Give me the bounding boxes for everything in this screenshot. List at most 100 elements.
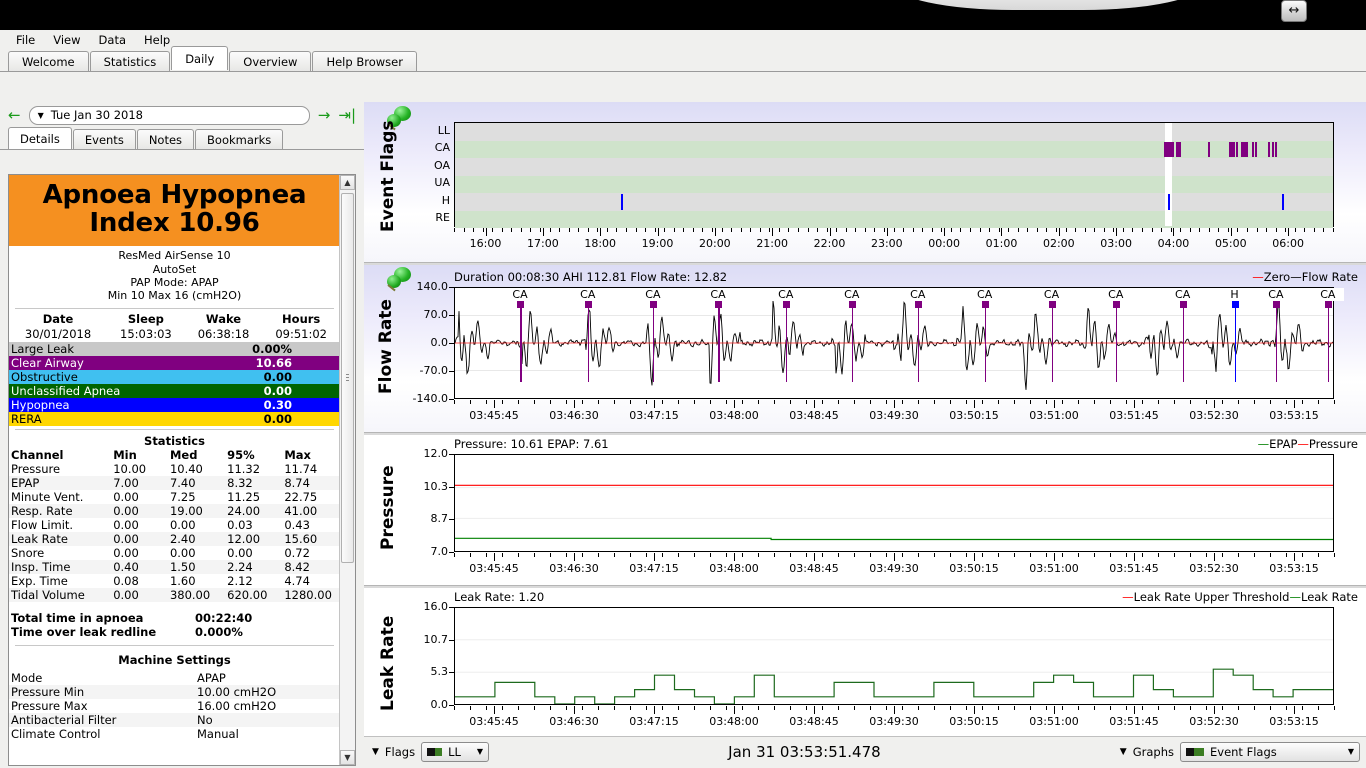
axis-tick-minor (922, 228, 924, 232)
tab-statistics[interactable]: Statistics (89, 51, 171, 72)
chevron-down-icon[interactable]: ▼ (38, 111, 44, 120)
event-row: Hypopnea 0.30 (9, 397, 340, 412)
event-flags-y-label: CA (434, 141, 450, 155)
legend-dash-flow: — (1290, 270, 1302, 284)
stats-cell: 380.00 (167, 587, 226, 602)
flow-rate-graph[interactable]: Flow Rate Duration 00:08:30 AHI 112.81 F… (364, 265, 1366, 432)
event-value: 10.66 (255, 355, 292, 370)
legend-label-epap: EPAP (1269, 437, 1298, 451)
event-flags-plot[interactable] (454, 122, 1334, 228)
axis-tick-minor (864, 228, 866, 232)
leak-rate-x-label: 03:49:30 (869, 715, 919, 728)
menu-item-file[interactable]: File (10, 31, 47, 49)
axis-tick-minor (630, 400, 631, 404)
axis-tick-major (1054, 706, 1055, 714)
tab-welcome[interactable]: Welcome (8, 51, 89, 72)
stats-cell: EPAP (9, 475, 112, 490)
event-flags-x-label: 00:00 (928, 237, 960, 250)
axis-tick-major (1001, 228, 1003, 236)
tab-help-browser[interactable]: Help Browser (312, 51, 417, 72)
leak-rate-graph[interactable]: Leak Rate Leak Rate: 1.20 —Leak Rate Upp… (364, 588, 1366, 738)
flow-rate-legend: —Zero—Flow Rate (1252, 270, 1358, 284)
resize-horizontal-icon[interactable]: ↔ (1281, 0, 1307, 22)
axis-tick-minor (918, 706, 919, 710)
chevron-down-icon[interactable]: ▼ (372, 747, 379, 757)
axis-tick-minor (726, 706, 727, 710)
event-flag-band-oa (455, 158, 1333, 176)
axis-tick-minor (1151, 228, 1153, 232)
arrow-right-icon[interactable]: → (318, 107, 331, 123)
axis-tick-minor (989, 228, 991, 232)
leak-rate-x-label: 03:45:45 (469, 715, 519, 728)
menu-item-data[interactable]: Data (93, 31, 138, 49)
arrow-left-icon[interactable]: ← (8, 107, 21, 123)
graphs-dropdown[interactable]: Event Flags ▼ (1180, 741, 1360, 762)
flow-rate-marker-label: CA (901, 288, 934, 301)
axis-tick-minor (630, 553, 631, 557)
axis-tick-minor (1110, 553, 1111, 557)
subtab-events[interactable]: Events (72, 129, 136, 150)
setting-value: 10.00 cmH2O (195, 684, 340, 699)
stats-cell: Resp. Rate (9, 503, 112, 518)
event-label: Hypopnea (11, 397, 70, 412)
chevron-down-icon[interactable]: ▼ (1338, 747, 1354, 756)
axis-tick-minor (731, 228, 733, 232)
flow-rate-header: Duration 00:08:30 AHI 112.81 Flow Rate: … (454, 270, 728, 284)
flow-rate-marker-cap (848, 301, 856, 308)
total-value: 0.000% (195, 624, 243, 639)
axis-tick-minor (530, 228, 532, 232)
event-flags-x-label: 20:00 (698, 237, 731, 250)
subtab-bookmarks[interactable]: Bookmarks (195, 129, 284, 150)
tab-daily[interactable]: Daily (171, 46, 229, 70)
col-date: Date (42, 311, 74, 326)
flow-rate-x-label: 03:48:45 (789, 409, 839, 422)
subtab-notes[interactable]: Notes (136, 129, 195, 150)
axis-tick-minor (1110, 400, 1111, 404)
leak-rate-x-label: 03:51:45 (1109, 715, 1159, 728)
val-wake: 06:38:18 (197, 326, 250, 341)
axis-tick-minor (893, 228, 895, 232)
pressure-x-label: 03:45:45 (469, 562, 519, 575)
tab-overview[interactable]: Overview (229, 51, 312, 72)
table-row: Antibacterial Filter No (9, 712, 340, 727)
subtab-details[interactable]: Details (8, 127, 72, 150)
axis-tick-minor (1270, 706, 1271, 710)
divider (15, 644, 334, 646)
menu-item-view[interactable]: View (47, 31, 92, 49)
axis-tick-major (654, 706, 655, 714)
event-flags-graph[interactable]: Event Flags LL CA OA UA H RE 16:00 17:00 18:00 1… (364, 102, 1366, 262)
axis-tick-minor (1174, 553, 1175, 557)
axis-tick-minor (1190, 553, 1191, 557)
axis-tick-minor (1238, 706, 1239, 710)
date-selector[interactable]: ▼ Tue Jan 30 2018 (28, 105, 310, 125)
leak-rate-plot[interactable] (454, 607, 1334, 705)
flow-rate-marker-label: CA (702, 288, 734, 301)
col-sleep: Sleep (127, 311, 164, 326)
chevron-down-icon[interactable]: ▼ (1120, 747, 1127, 757)
axis-tick-minor (838, 400, 839, 404)
stats-cell: 0.00 (227, 545, 253, 560)
axis-tick-minor (1270, 400, 1271, 404)
axis-tick-minor (454, 228, 455, 232)
axis-tick-minor (1206, 400, 1207, 404)
flow-rate-x-label: 03:53:15 (1269, 409, 1319, 422)
flow-rate-marker-ca (1182, 301, 1185, 382)
scroll-up-icon[interactable]: ▲ (340, 175, 355, 190)
scroll-down-icon[interactable]: ▼ (340, 750, 355, 765)
chevron-down-icon[interactable]: ▼ (467, 747, 483, 756)
axis-tick-minor (1094, 228, 1096, 232)
event-flag-mark-ca (1267, 141, 1270, 157)
axis-tick-minor (502, 706, 503, 710)
details-scrollbar[interactable]: ▲ ▼ (339, 175, 355, 765)
leak-rate-x-label: 03:53:15 (1269, 715, 1319, 728)
axis-tick-minor (625, 228, 627, 232)
pressure-graph[interactable]: Pressure Pressure: 10.61 EPAP: 7.61 —EPA… (364, 435, 1366, 585)
pressure-plot[interactable] (454, 454, 1334, 552)
stats-cell: 0.00 (111, 531, 168, 546)
scrollbar-thumb[interactable] (341, 193, 354, 563)
axis-tick-minor (616, 228, 618, 232)
axis-tick-minor (998, 228, 1000, 232)
arrow-to-end-icon[interactable]: ⇥| (338, 107, 356, 123)
flags-dropdown[interactable]: LL ▼ (421, 741, 490, 762)
flow-rate-marker-ca (1275, 301, 1278, 382)
